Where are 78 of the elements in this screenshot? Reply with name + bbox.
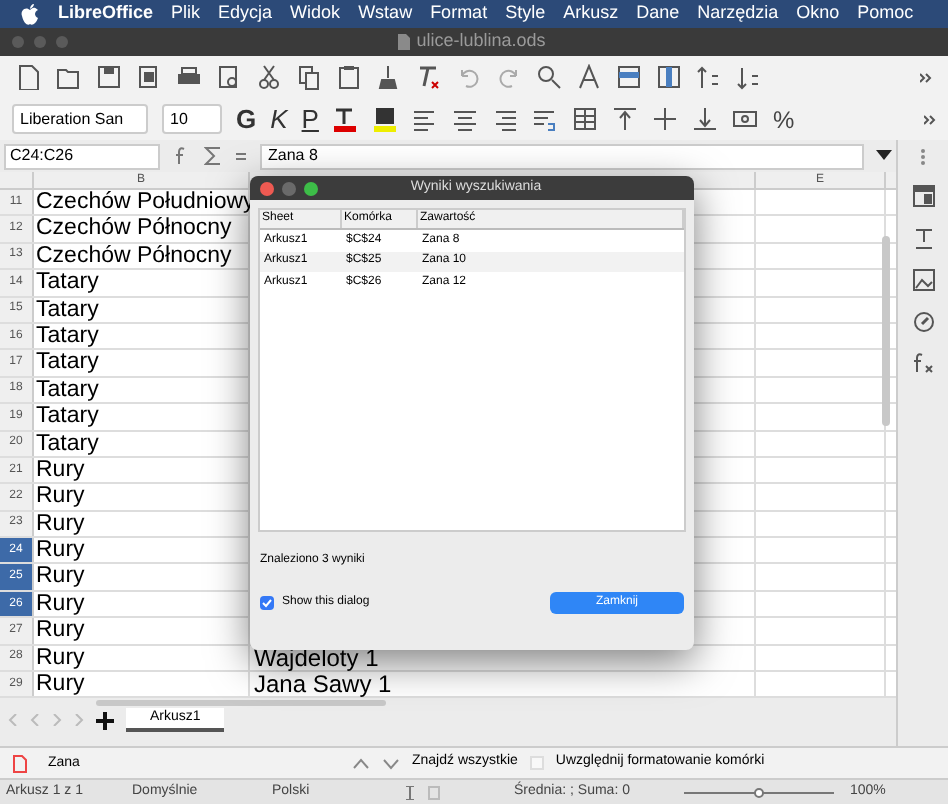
styles-icon[interactable] <box>911 226 935 250</box>
underline-button[interactable]: P <box>301 99 319 139</box>
wrap-text-icon[interactable] <box>532 106 559 132</box>
menu-item[interactable]: Plik <box>171 0 201 28</box>
search-icon[interactable] <box>536 64 562 90</box>
font-size-field[interactable]: 10 <box>162 104 222 134</box>
vertical-scrollbar[interactable] <box>882 236 890 426</box>
menu-item[interactable]: Arkusz <box>563 0 619 28</box>
table-cell: Rury <box>34 645 250 671</box>
menu-item[interactable]: Widok <box>290 0 341 28</box>
close-find-bar-icon[interactable] <box>12 753 28 773</box>
name-box[interactable]: C24:C26 <box>4 143 160 169</box>
paste-icon[interactable] <box>336 64 362 90</box>
window-title: ulice-lublina.ods <box>416 28 546 55</box>
row-icon[interactable] <box>616 64 642 90</box>
cut-icon[interactable] <box>256 64 282 90</box>
find-previous-icon[interactable] <box>352 757 370 769</box>
menu-item[interactable]: Dane <box>636 0 680 28</box>
copy-icon[interactable] <box>296 64 322 90</box>
sort-ascending-icon[interactable] <box>696 64 722 90</box>
column-icon[interactable] <box>656 64 682 90</box>
table-cell: Rury <box>34 672 250 697</box>
menu-item[interactable]: Format <box>430 0 488 28</box>
menu-item[interactable]: Style <box>505 0 546 28</box>
align-middle-icon[interactable] <box>652 106 679 132</box>
sum-icon[interactable] <box>204 146 222 166</box>
menu-item[interactable]: Okno <box>796 0 840 28</box>
align-left-icon[interactable] <box>412 106 439 132</box>
italic-button[interactable]: K <box>270 99 288 139</box>
save-icon[interactable] <box>96 64 122 90</box>
horizontal-scrollbar[interactable] <box>96 700 386 707</box>
highlight-icon[interactable] <box>372 106 399 132</box>
functions-icon[interactable] <box>911 352 935 376</box>
overflow-icon[interactable] <box>920 71 932 83</box>
menu-item[interactable]: Narzędzia <box>697 0 779 28</box>
apple-icon <box>20 3 40 25</box>
print-icon[interactable] <box>176 64 202 90</box>
zoom-slider[interactable] <box>684 785 834 799</box>
font-color-icon[interactable] <box>332 106 359 132</box>
formula-input[interactable]: Zana 8 <box>260 143 864 169</box>
font-name-field[interactable]: Liberation San <box>12 104 148 134</box>
clear-format-icon[interactable] <box>416 64 442 90</box>
sort-descending-icon[interactable] <box>736 64 762 90</box>
new-document-icon[interactable] <box>16 64 42 90</box>
currency-icon[interactable] <box>732 106 759 132</box>
merge-cells-icon[interactable] <box>572 106 599 132</box>
expand-icon[interactable] <box>876 150 892 162</box>
checkbox[interactable] <box>529 756 544 770</box>
menu-item[interactable]: Wstaw <box>358 0 413 28</box>
folder-icon[interactable] <box>56 64 82 90</box>
insert-mode-icon <box>404 785 418 799</box>
maximize-icon[interactable] <box>304 181 318 195</box>
brush-icon[interactable] <box>376 64 402 90</box>
align-right-icon[interactable] <box>492 106 519 132</box>
slider-thumb[interactable] <box>754 787 764 797</box>
menu-item[interactable]: Edycja <box>218 0 273 28</box>
save-status-icon <box>428 785 440 799</box>
table-cell-text: Jana Sawy 1 <box>252 672 394 697</box>
table-cell-text: Wajdeloty 1 <box>252 645 381 671</box>
navigator-icon[interactable] <box>911 310 935 334</box>
menu-item[interactable]: Pomoc <box>857 0 914 28</box>
align-bottom-icon[interactable] <box>692 106 719 132</box>
bold-button[interactable]: G <box>236 99 257 139</box>
align-center-icon[interactable] <box>452 106 479 132</box>
overflow-icon[interactable] <box>924 113 936 125</box>
document-icon <box>398 34 411 50</box>
percent-button[interactable]: % <box>772 101 795 137</box>
gallery-icon[interactable] <box>911 268 935 292</box>
spellcheck-icon[interactable] <box>576 64 602 90</box>
more-options-icon[interactable] <box>920 148 926 166</box>
align-top-icon[interactable] <box>612 106 639 132</box>
app-menu[interactable]: LibreOffice <box>58 0 154 28</box>
find-next-icon[interactable] <box>382 757 400 769</box>
export-icon[interactable] <box>136 64 162 90</box>
close-icon[interactable] <box>260 181 274 195</box>
print-preview-icon[interactable] <box>216 64 242 90</box>
add-sheet-icon[interactable] <box>96 711 114 730</box>
properties-icon[interactable] <box>911 184 935 208</box>
